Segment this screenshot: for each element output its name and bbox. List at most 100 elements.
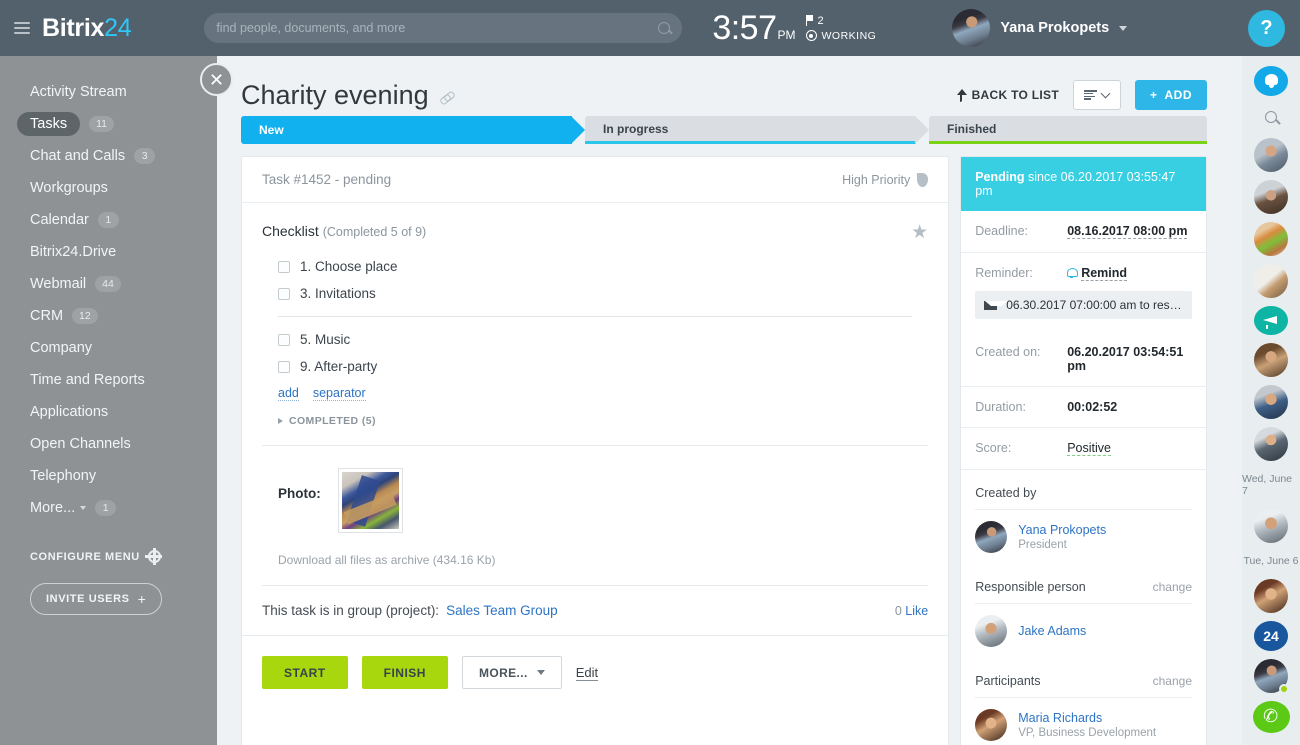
invite-users-button[interactable]: INVITE USERS + bbox=[30, 583, 162, 615]
link-icon[interactable] bbox=[440, 91, 455, 106]
start-button[interactable]: START bbox=[262, 656, 348, 689]
record-icon bbox=[806, 30, 817, 41]
participant-person[interactable]: Maria Richards VP, Business Development bbox=[961, 698, 1206, 745]
like-button[interactable]: Like bbox=[905, 604, 928, 618]
favorite-star-icon[interactable]: ★ bbox=[911, 221, 928, 244]
rail-avatar[interactable] bbox=[1254, 579, 1288, 613]
call-button[interactable]: ✆ bbox=[1253, 701, 1290, 733]
help-button[interactable]: ? bbox=[1248, 10, 1285, 47]
deadline-label: Deadline: bbox=[975, 224, 1067, 238]
bitrix24-badge[interactable]: 24 bbox=[1254, 621, 1288, 651]
tab-label: Finished bbox=[947, 122, 996, 136]
sidebar-item-webmail[interactable]: Webmail 44 bbox=[0, 268, 217, 300]
sidebar-item-bitrix24-drive[interactable]: Bitrix24.Drive bbox=[0, 236, 217, 268]
checkbox[interactable] bbox=[278, 361, 290, 373]
checkbox[interactable] bbox=[278, 334, 290, 346]
tab-in-progress[interactable]: In progress bbox=[585, 116, 916, 144]
sidebar-item-more[interactable]: More... 1 bbox=[0, 492, 217, 524]
user-menu[interactable]: Yana Prokopets bbox=[952, 9, 1127, 47]
rail-avatar[interactable] bbox=[1254, 222, 1288, 256]
responsible-change-link[interactable]: change bbox=[1153, 580, 1192, 594]
sidebar-item-workgroups[interactable]: Workgroups bbox=[0, 172, 217, 204]
rail-avatar[interactable] bbox=[1254, 427, 1288, 461]
checkbox[interactable] bbox=[278, 261, 290, 273]
rail-avatar[interactable] bbox=[1254, 138, 1288, 172]
sidebar-item-activity-stream[interactable]: Activity Stream bbox=[0, 76, 217, 108]
plus-icon: + bbox=[1150, 88, 1158, 102]
tab-label: In progress bbox=[603, 122, 668, 136]
reminder-chip[interactable]: 06.30.2017 07:00:00 am to res… bbox=[975, 291, 1192, 319]
task-action-buttons: START FINISH MORE... Edit bbox=[242, 636, 948, 709]
notifications-button[interactable] bbox=[1254, 66, 1288, 96]
sidebar-item-applications[interactable]: Applications bbox=[0, 396, 217, 428]
more-button-label: MORE... bbox=[479, 666, 528, 680]
page-header: Charity evening BACK TO LIST + ADD bbox=[217, 56, 1242, 116]
rail-avatar-online[interactable] bbox=[1254, 659, 1288, 693]
close-icon: ✕ bbox=[209, 71, 224, 89]
logo-number: 24 bbox=[104, 14, 131, 42]
person-name[interactable]: Jake Adams bbox=[1018, 624, 1086, 638]
download-archive-link[interactable]: Download all files as archive (434.16 Kb… bbox=[262, 533, 928, 567]
checklist-item[interactable]: 9. After-party bbox=[262, 353, 928, 380]
add-checklist-item-link[interactable]: add bbox=[278, 386, 299, 401]
person-name[interactable]: Yana Prokopets bbox=[1018, 523, 1106, 537]
open-channels-button[interactable] bbox=[1254, 306, 1288, 336]
checkbox[interactable] bbox=[278, 288, 290, 300]
person-name[interactable]: Maria Richards bbox=[1018, 711, 1156, 725]
sidebar-item-calendar[interactable]: Calendar 1 bbox=[0, 204, 217, 236]
participants-change-link[interactable]: change bbox=[1153, 674, 1192, 688]
flame-icon bbox=[917, 172, 928, 186]
checklist-item[interactable]: 1. Choose place bbox=[262, 253, 928, 280]
responsible-label: Responsible person bbox=[975, 580, 1086, 594]
remind-button[interactable]: Remind bbox=[1067, 266, 1127, 280]
rail-search-button[interactable] bbox=[1254, 104, 1288, 130]
sidebar-item-tasks[interactable]: Tasks 11 bbox=[0, 108, 217, 140]
flag-counter[interactable]: 2 bbox=[806, 15, 877, 27]
tab-finished[interactable]: Finished bbox=[929, 116, 1207, 144]
sidebar-item-time-and-reports[interactable]: Time and Reports bbox=[0, 364, 217, 396]
checklist-item[interactable]: 3. Invitations bbox=[262, 280, 928, 307]
add-separator-link[interactable]: separator bbox=[313, 386, 366, 401]
reminder-label: Reminder: bbox=[975, 266, 1067, 280]
rail-avatar[interactable] bbox=[1254, 264, 1288, 298]
photo-thumbnail[interactable] bbox=[338, 468, 403, 533]
sidebar-item-crm[interactable]: CRM 12 bbox=[0, 300, 217, 332]
responsible-person[interactable]: Jake Adams bbox=[961, 604, 1206, 658]
responsible-header: Responsible person change bbox=[961, 564, 1206, 603]
view-options-button[interactable] bbox=[1073, 80, 1121, 110]
avatar bbox=[975, 709, 1007, 741]
group-link[interactable]: Sales Team Group bbox=[446, 603, 558, 618]
envelope-icon bbox=[984, 301, 997, 310]
sidebar-item-open-channels[interactable]: Open Channels bbox=[0, 428, 217, 460]
more-button[interactable]: MORE... bbox=[462, 656, 562, 689]
task-card-body: ★ Checklist (Completed 5 of 9) 1. Choose… bbox=[242, 203, 948, 586]
configure-menu-button[interactable]: CONFIGURE MENU bbox=[0, 550, 217, 563]
finish-button[interactable]: FINISH bbox=[362, 656, 448, 689]
user-name: Yana Prokopets bbox=[1000, 20, 1109, 36]
edit-link[interactable]: Edit bbox=[576, 665, 598, 681]
tab-new[interactable]: New bbox=[241, 116, 572, 144]
duration-label: Duration: bbox=[975, 400, 1067, 414]
completed-toggle[interactable]: COMPLETED (5) bbox=[262, 401, 928, 427]
menu-burger-icon[interactable] bbox=[14, 22, 30, 34]
sidebar-item-telephony[interactable]: Telephony bbox=[0, 460, 217, 492]
checklist-item[interactable]: 5. Music bbox=[262, 326, 928, 353]
back-to-list-button[interactable]: BACK TO LIST bbox=[954, 88, 1059, 102]
app-logo[interactable]: Bitrix24 bbox=[42, 14, 131, 43]
sidebar-item-company[interactable]: Company bbox=[0, 332, 217, 364]
add-button[interactable]: + ADD bbox=[1135, 80, 1207, 110]
rail-avatar[interactable] bbox=[1254, 385, 1288, 419]
created-by-person[interactable]: Yana Prokopets President bbox=[961, 510, 1206, 564]
rail-avatar[interactable] bbox=[1254, 509, 1288, 543]
working-status[interactable]: WORKING bbox=[806, 30, 877, 42]
sidebar-item-chat-and-calls[interactable]: Chat and Calls 3 bbox=[0, 140, 217, 172]
global-search-input[interactable]: find people, documents, and more bbox=[204, 13, 682, 43]
deadline-value[interactable]: 08.16.2017 08:00 pm bbox=[1067, 224, 1187, 239]
task-card: Task #1452 - pending High Priority ★ Che… bbox=[241, 156, 949, 745]
score-value[interactable]: Positive bbox=[1067, 441, 1111, 456]
score-row: Score: Positive bbox=[961, 428, 1206, 470]
rail-avatar[interactable] bbox=[1254, 343, 1288, 377]
close-sidebar-button[interactable]: ✕ bbox=[200, 63, 233, 96]
page-title: Charity evening bbox=[241, 80, 429, 111]
rail-avatar[interactable] bbox=[1254, 180, 1288, 214]
